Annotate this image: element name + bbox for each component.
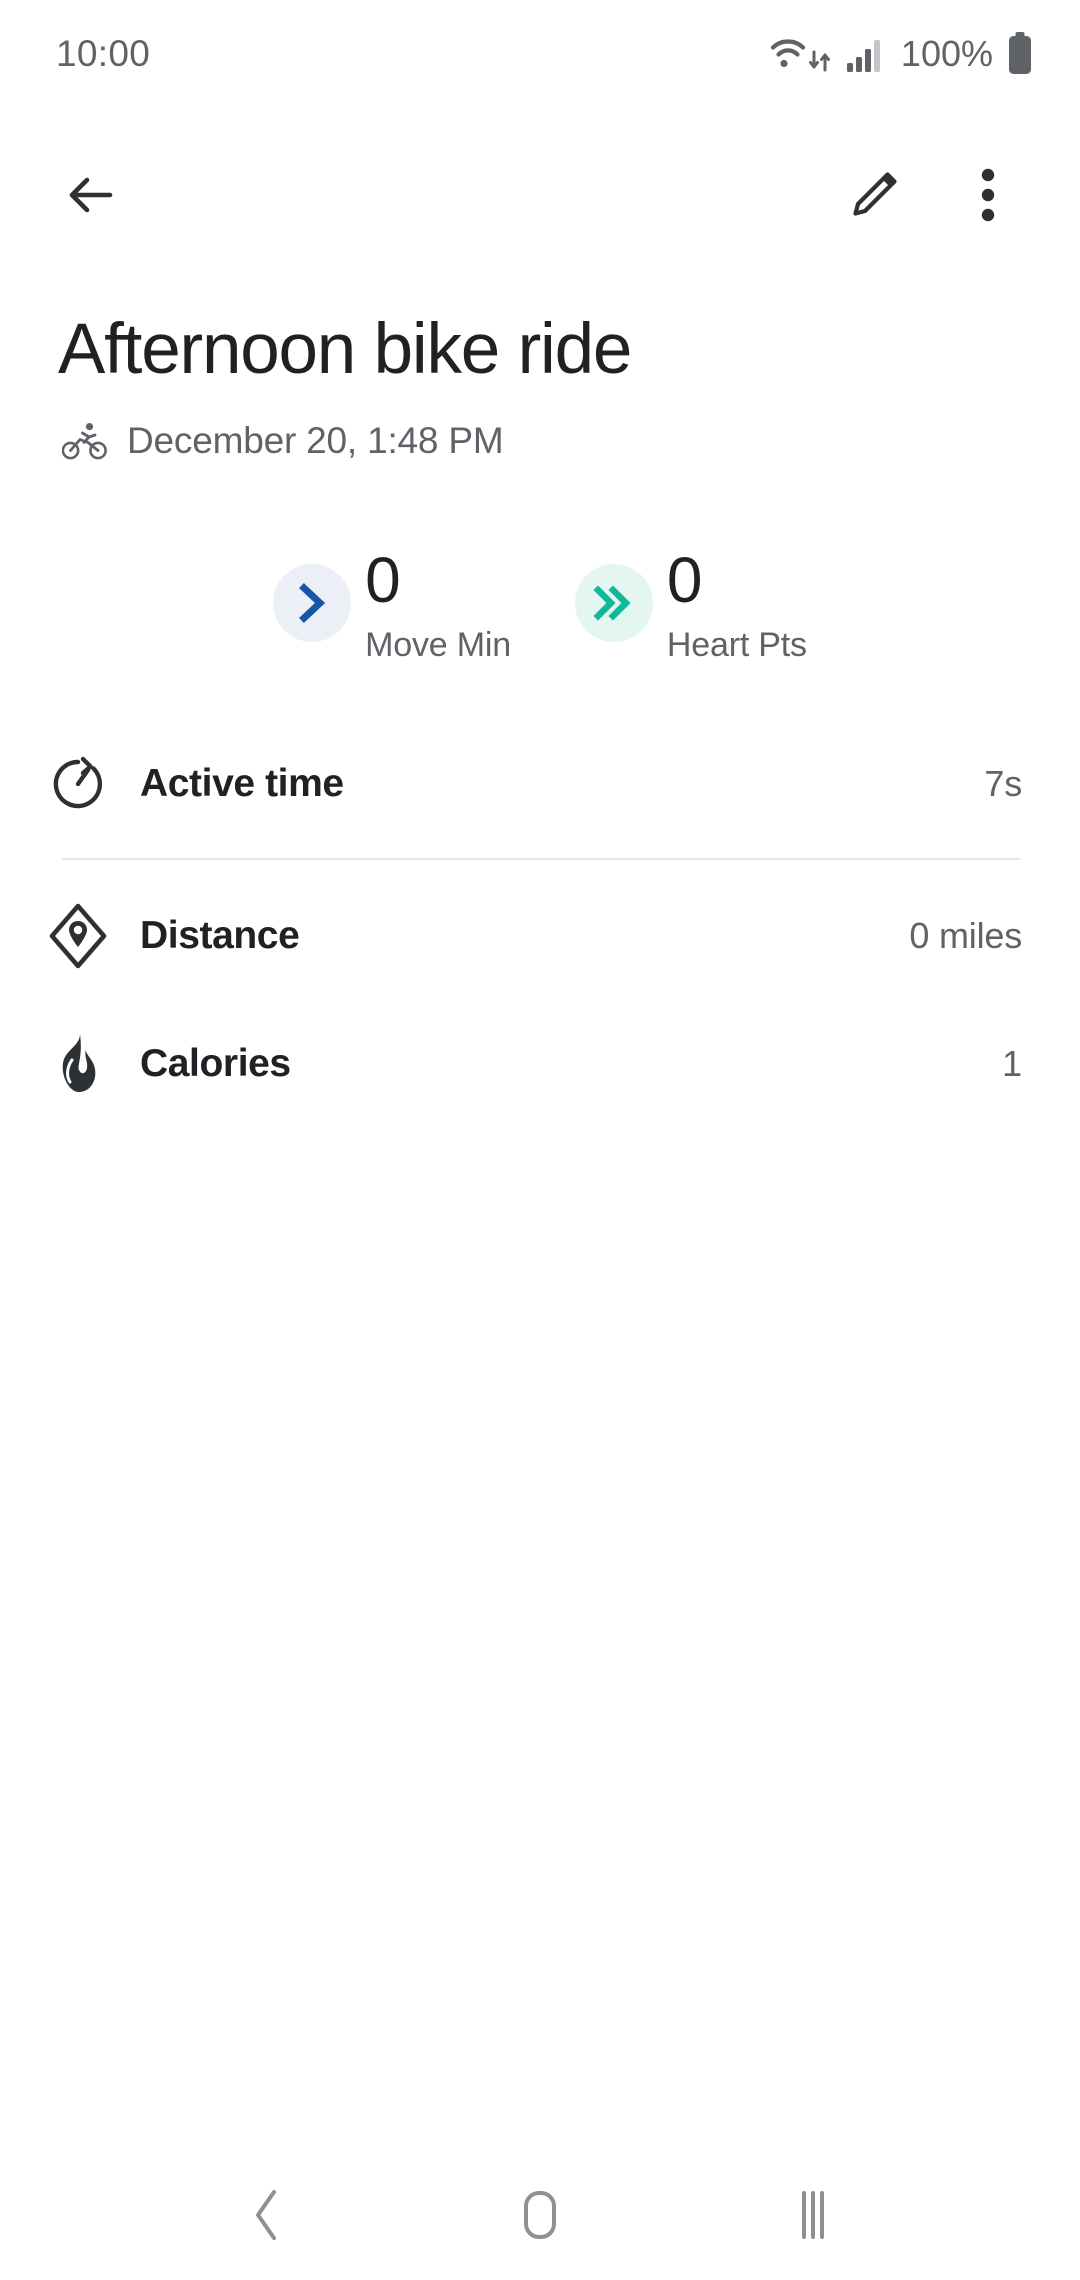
more-options-button[interactable]	[940, 147, 1036, 243]
edit-button[interactable]	[826, 147, 922, 243]
activity-datetime: December 20, 1:48 PM	[127, 420, 504, 461]
move-min-text: 0 Move Min	[365, 548, 511, 665]
heart-pts-value: 0	[666, 544, 703, 616]
activity-subtitle: December 20, 1:48 PM	[62, 420, 1038, 462]
cellular-signal-icon	[845, 35, 885, 73]
move-min-badge	[273, 564, 352, 642]
more-options-icon	[980, 168, 996, 222]
metric-value: 0 miles	[909, 915, 1022, 956]
battery-percent-label: 100%	[900, 33, 993, 74]
back-button[interactable]	[42, 147, 138, 243]
system-navigation-bar	[0, 2150, 1080, 2280]
flame-icon	[44, 1032, 112, 1096]
status-icons: 100%	[769, 32, 1034, 76]
status-bar: 10:00 100%	[0, 0, 1080, 108]
metric-label: Distance	[140, 914, 300, 957]
page-title: Afternoon bike ride	[58, 310, 632, 389]
metric-row-active-time[interactable]: Active time 7s	[0, 720, 1080, 848]
heart-pts-badge	[574, 564, 653, 642]
app-toolbar	[0, 140, 1080, 250]
nav-home-button[interactable]	[480, 2155, 600, 2275]
metric-value: 1	[1002, 1043, 1022, 1084]
nav-back-icon	[247, 2188, 287, 2242]
nav-back-button[interactable]	[207, 2155, 327, 2275]
metric-row-calories[interactable]: Calories 1	[0, 1000, 1080, 1128]
metric-value: 7s	[984, 763, 1022, 804]
status-clock: 10:00	[56, 33, 151, 74]
move-min-value: 0	[365, 544, 401, 616]
stat-move-min[interactable]: 0 Move Min	[273, 548, 511, 665]
activity-header: Afternoon bike ride December 20, 1:48 PM	[58, 308, 1038, 462]
metric-label: Active time	[140, 762, 344, 805]
battery-full-icon	[1006, 32, 1034, 76]
nav-recents-icon	[791, 2188, 835, 2242]
bike-icon	[62, 422, 108, 460]
metric-row-distance[interactable]: Distance 0 miles	[0, 872, 1080, 1000]
single-chevron-right-icon	[295, 581, 329, 625]
metrics-list: Active time 7s Distance 0 miles Calories…	[0, 720, 1080, 1128]
metrics-divider	[62, 858, 1020, 860]
timer-icon	[44, 755, 112, 813]
summary-stats: 0 Move Min 0 Heart Pts	[0, 548, 1080, 665]
move-min-label: Move Min	[365, 626, 511, 664]
data-transfer-arrows-icon	[808, 49, 834, 73]
metric-label: Calories	[140, 1042, 291, 1085]
nav-home-icon	[516, 2188, 564, 2242]
nav-recents-button[interactable]	[753, 2155, 873, 2275]
double-chevron-right-icon	[592, 581, 636, 625]
back-arrow-icon	[62, 167, 118, 223]
stat-heart-pts[interactable]: 0 Heart Pts	[574, 548, 807, 665]
toolbar-actions	[826, 147, 1036, 243]
heart-pts-label: Heart Pts	[666, 626, 807, 664]
pencil-edit-icon	[848, 169, 900, 221]
app-screen: 10:00 100% Afternoon bike ride December …	[0, 0, 1080, 2280]
distance-diamond-pin-icon	[44, 903, 112, 969]
heart-pts-text: 0 Heart Pts	[667, 548, 807, 665]
